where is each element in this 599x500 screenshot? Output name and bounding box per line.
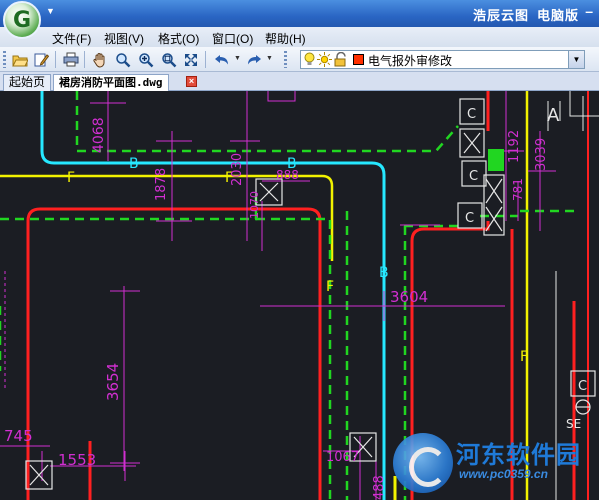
- label-b-1: B: [129, 156, 139, 172]
- dim-3039: 3039: [534, 138, 549, 171]
- green-dashed-2: [0, 191, 258, 221]
- menu-format[interactable]: 格式(O): [158, 30, 199, 47]
- layer-dropdown[interactable]: 电气报外审修改 ▼: [300, 50, 585, 69]
- dim-745: 745: [4, 427, 33, 445]
- tab-bar: 起始页 裙房消防平面图.dwg: [0, 72, 599, 91]
- label-c-1: C: [467, 107, 476, 122]
- quick-access-dropdown-icon[interactable]: ▼: [46, 6, 55, 16]
- label-c-2: C: [469, 169, 478, 184]
- redo-icon[interactable]: [244, 50, 263, 69]
- app-logo-button[interactable]: G: [3, 1, 41, 39]
- label-b-3: B: [379, 265, 389, 281]
- dim-3604: 3604: [390, 288, 428, 306]
- toolbar-separator: [205, 51, 206, 68]
- zoom-extents-icon[interactable]: [181, 50, 200, 69]
- menu-view[interactable]: 视图(V): [104, 30, 144, 47]
- dim-1553: 1553: [58, 451, 96, 469]
- dim-1067-line: [323, 436, 361, 500]
- label-f-4: F: [520, 349, 528, 365]
- zoom-in-icon[interactable]: [136, 50, 155, 69]
- tab-drawing[interactable]: 裙房消防平面图.dwg: [53, 74, 169, 91]
- dim-1878: 1878: [154, 168, 169, 201]
- watermark-name: 河东软件园: [456, 440, 581, 469]
- tab-home[interactable]: 起始页: [3, 74, 52, 91]
- redo-dropdown-icon[interactable]: ▼: [266, 55, 273, 62]
- menu-help[interactable]: 帮助(H): [265, 30, 306, 47]
- print-icon[interactable]: [61, 50, 80, 69]
- app-logo-letter: G: [12, 7, 32, 33]
- close-tab-icon[interactable]: ×: [186, 76, 197, 87]
- label-c-3: C: [465, 211, 474, 226]
- toolbar-separator: [84, 51, 85, 68]
- dim-4068: 4068: [91, 117, 107, 153]
- label-f-3: F: [326, 279, 334, 295]
- watermark-logo-icon: [393, 433, 453, 493]
- dim-1192: 1192: [507, 130, 522, 163]
- dim-1070: 1070: [248, 191, 261, 219]
- edit-icon[interactable]: [31, 50, 50, 69]
- undo-dropdown-icon[interactable]: ▼: [234, 55, 241, 62]
- pan-hand-icon[interactable]: [90, 50, 109, 69]
- menu-file[interactable]: 文件(F): [52, 30, 91, 47]
- equip-symbol-9: [29, 464, 49, 486]
- label-a: A: [547, 105, 560, 126]
- green-equipment: [488, 149, 504, 171]
- app-edition: 电脑版: [536, 8, 579, 23]
- zoom-window-icon[interactable]: [159, 50, 178, 69]
- title-bar: ▼ 浩辰云图 电脑版 –: [0, 0, 599, 27]
- equip-symbol-2: [463, 132, 481, 154]
- sun-icon[interactable]: [317, 52, 332, 70]
- layer-color-icon: [353, 54, 364, 65]
- dim-2030: 2030: [230, 153, 245, 186]
- lightbulb-icon[interactable]: [304, 52, 315, 70]
- app-title: 浩辰云图 电脑版: [473, 5, 579, 24]
- dim-488: 488: [372, 475, 387, 500]
- zoom-realtime-icon[interactable]: [113, 50, 132, 69]
- layer-name: 电气报外审修改: [368, 54, 453, 68]
- equip-symbol-6: [259, 182, 279, 202]
- dim-888: 888: [276, 168, 299, 182]
- toolbar-grip[interactable]: [284, 51, 287, 68]
- dim-3654: 3654: [104, 363, 122, 401]
- dim-1067: 1067: [326, 450, 359, 465]
- watermark: 河东软件园 www.pc0359.cn: [393, 425, 599, 500]
- open-folder-icon[interactable]: [10, 50, 29, 69]
- toolbar: ▼ ▼ 电气报外审修改 ▼: [0, 47, 599, 72]
- app-name: 浩辰云图: [472, 8, 529, 23]
- chevron-down-icon[interactable]: ▼: [568, 51, 584, 68]
- label-f-1: F: [67, 170, 75, 186]
- toolbar-separator: [55, 51, 56, 68]
- menu-window[interactable]: 窗口(O): [212, 30, 253, 47]
- dim-rect-top: [267, 91, 296, 102]
- watermark-url: www.pc0359.cn: [459, 467, 548, 481]
- toolbar-grip[interactable]: [3, 51, 6, 68]
- lock-icon[interactable]: [334, 51, 348, 70]
- undo-icon[interactable]: [212, 50, 231, 69]
- dim-781: 781: [511, 178, 525, 201]
- label-c-4: C: [578, 379, 587, 394]
- menu-bar: 文件(F) 视图(V) 格式(O) 窗口(O) 帮助(H): [0, 27, 599, 47]
- minimize-button[interactable]: –: [585, 3, 593, 19]
